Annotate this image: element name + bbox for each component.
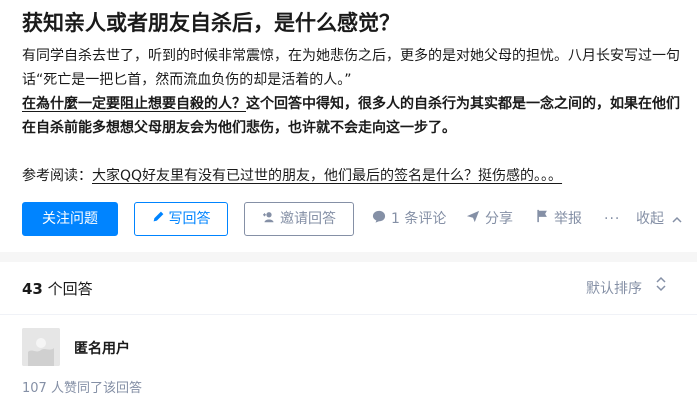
reference-label: 参考阅读： xyxy=(22,168,92,184)
sort-icon[interactable] xyxy=(656,276,666,293)
anonymous-avatar[interactable] xyxy=(22,328,60,366)
report-button[interactable]: 举报 xyxy=(536,202,582,236)
comment-label: 1 条评论 xyxy=(391,211,447,227)
reference-link[interactable]: 大家QQ好友里有没有已过世的朋友，他们最后的签名是什么？挺伤感的。。。 xyxy=(92,168,562,184)
pen-icon xyxy=(152,203,165,235)
answer-count-label: 个回答 xyxy=(42,280,93,298)
answer-author-name[interactable]: 匿名用户 xyxy=(74,338,130,358)
question-card: 获知亲人或者朋友自杀后，是什么感觉？ 有同学自杀去世了，听到的时候非常震惊，在为… xyxy=(0,0,697,252)
collapse-button[interactable]: 收起 xyxy=(636,202,682,236)
share-icon xyxy=(466,202,480,236)
share-label: 分享 xyxy=(485,211,513,227)
question-detail: 有同学自杀去世了，听到的时候非常震惊，在为她悲伤之后，更多的是对她父母的担忧。八… xyxy=(22,44,686,188)
follow-question-button[interactable]: 关注问题 xyxy=(22,202,118,236)
detail-link[interactable]: 在為什麼一定要阻止想要自殺的人？ xyxy=(22,96,246,112)
reference-line: 参考阅读：大家QQ好友里有没有已过世的朋友，他们最后的签名是什么？挺伤感的。。。 xyxy=(22,164,686,188)
write-answer-label: 写回答 xyxy=(168,211,211,227)
question-actions: 关注问题 写回答 邀请回答 1 条评论 分享 举报 ··· 收起 xyxy=(0,202,697,238)
add-user-icon xyxy=(262,203,276,235)
report-label: 举报 xyxy=(554,211,582,227)
answer-count-number: 43 xyxy=(22,280,43,298)
write-answer-button[interactable]: 写回答 xyxy=(134,202,228,236)
comment-button[interactable]: 1 条评论 xyxy=(372,202,446,236)
divider xyxy=(0,314,697,315)
detail-paragraph-1: 有同学自杀去世了，听到的时候非常震惊，在为她悲伤之后，更多的是对她父母的担忧。八… xyxy=(22,48,680,88)
detail-paragraph-2: 在為什麼一定要阻止想要自殺的人？这个回答中得知，很多人的自杀行为其实都是一念之间… xyxy=(22,92,686,140)
answer-votes: 107 人赞同了该回答 xyxy=(22,381,142,396)
chevron-up-icon xyxy=(672,202,682,236)
answer-count: 43 个回答 xyxy=(22,278,93,299)
share-button[interactable]: 分享 xyxy=(466,202,513,236)
answers-section: 43 个回答 默认排序 匿名用户 107 人赞同了该回答 xyxy=(0,262,697,400)
invite-answer-button[interactable]: 邀请回答 xyxy=(244,202,354,236)
collapse-label: 收起 xyxy=(636,211,664,227)
comment-icon xyxy=(372,202,386,236)
invite-answer-label: 邀请回答 xyxy=(280,211,336,227)
flag-icon xyxy=(536,202,549,236)
sort-dropdown[interactable]: 默认排序 xyxy=(586,278,642,298)
question-title[interactable]: 获知亲人或者朋友自杀后，是什么感觉？ xyxy=(22,8,682,38)
more-icon[interactable]: ··· xyxy=(604,202,620,236)
